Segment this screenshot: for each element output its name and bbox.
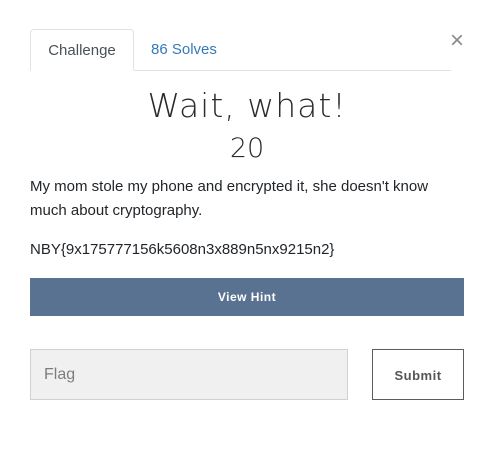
tab-challenge[interactable]: Challenge <box>30 29 134 71</box>
challenge-description: My mom stole my phone and encrypted it, … <box>30 178 429 219</box>
challenge-name: Wait, what! <box>147 86 347 125</box>
challenge-modal: × Challenge 86 Solves Wait, what! 20 My … <box>0 0 494 450</box>
flag-input[interactable] <box>30 349 348 400</box>
challenge-value: 20 <box>229 133 265 164</box>
challenge-tabs: Challenge 86 Solves <box>30 29 451 71</box>
challenge-ciphertext: NBY{9x175777156k5608n3x889n5nx9215n2} <box>30 241 335 258</box>
view-hint-button[interactable]: View Hint <box>30 278 464 316</box>
close-icon[interactable]: × <box>449 29 465 53</box>
submit-button[interactable]: Submit <box>372 349 464 400</box>
tab-solves[interactable]: 86 Solves <box>134 29 234 71</box>
